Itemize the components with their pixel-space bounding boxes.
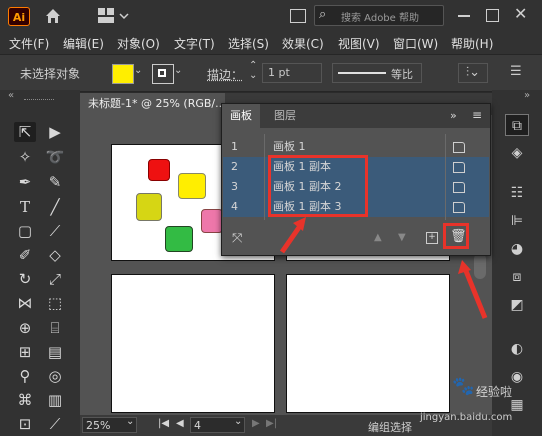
watermark-logo: 🐾: [452, 376, 475, 397]
watermark-text: 经验啦: [476, 385, 513, 399]
annotation-arrows: [279, 217, 488, 319]
watermark-url: jingyan.baidu.com: [420, 412, 513, 423]
